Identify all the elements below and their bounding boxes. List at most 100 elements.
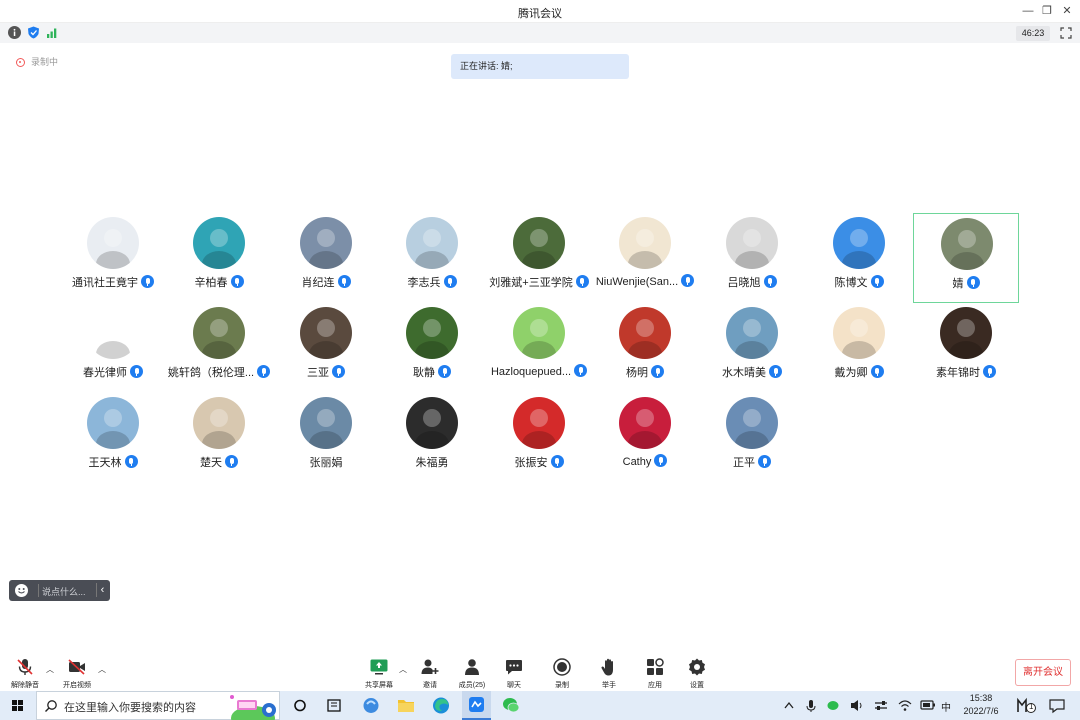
windows-taskbar: 在这里输入你要搜索的内容 中 15:38 2022/7/6 1 xyxy=(0,691,1080,720)
participant-tile[interactable]: 素年锦时 xyxy=(913,303,1019,393)
mic-on-icon xyxy=(870,365,884,378)
chat-input-bar[interactable]: 说点什么... ‹ xyxy=(9,580,110,601)
participant-tile[interactable]: 刘雅斌+三亚学院 xyxy=(486,213,592,303)
battery-icon[interactable] xyxy=(919,691,937,720)
close-button[interactable]: ✕ xyxy=(1058,3,1076,19)
signal-icon[interactable] xyxy=(46,26,59,39)
share-options-chevron-icon[interactable]: ︿ xyxy=(399,664,407,675)
participant-name: 肖纪连 xyxy=(301,277,335,289)
window-title: 腾讯会议 xyxy=(518,8,562,20)
info-icon[interactable] xyxy=(8,26,21,39)
participant-tile[interactable]: 王天林 xyxy=(60,393,166,483)
participant-tile[interactable]: 春光律师 xyxy=(60,303,166,393)
participant-tile[interactable]: 戴为卿 xyxy=(806,303,912,393)
participant-tile[interactable]: 张振安 xyxy=(486,393,592,483)
tray-overflow-chevron-icon[interactable] xyxy=(782,691,796,720)
record-button[interactable]: 录制 xyxy=(542,655,582,691)
chat-input-field[interactable]: 说点什么... xyxy=(42,585,86,598)
input-settings-icon[interactable] xyxy=(873,691,889,720)
participant-name: 杨明 xyxy=(626,367,648,379)
participant-tile[interactable]: 三亚 xyxy=(273,303,379,393)
participant-name: 张丽娟 xyxy=(309,457,343,469)
widgets-icon[interactable] xyxy=(323,691,345,720)
participant-name: 张振安 xyxy=(514,457,548,469)
emoji-icon[interactable] xyxy=(15,584,28,597)
browser-icon[interactable] xyxy=(360,691,382,720)
participant-tile[interactable]: 吕晓旭 xyxy=(699,213,805,303)
mic-on-icon xyxy=(654,454,668,467)
record-icon xyxy=(553,658,571,676)
participant-name: 素年锦时 xyxy=(936,367,980,379)
share-screen-label: 共享屏幕 xyxy=(365,682,393,689)
clock-time: 15:38 xyxy=(969,693,993,703)
start-video-button[interactable]: 开启视频 xyxy=(57,655,97,691)
participant-tile[interactable]: 姚轩鸽（税伦理... xyxy=(166,303,272,393)
participant-tile[interactable]: 楚天 xyxy=(166,393,272,483)
participant-tile[interactable]: 婧 xyxy=(913,213,1019,303)
volume-icon[interactable] xyxy=(849,691,865,720)
participant-avatar xyxy=(726,307,778,359)
participant-avatar xyxy=(193,307,245,359)
mic-on-icon xyxy=(124,455,138,468)
taskbar-clock[interactable]: 15:38 2022/7/6 xyxy=(958,692,1004,718)
participant-avatar xyxy=(619,397,671,449)
edge-icon[interactable] xyxy=(430,691,452,720)
participant-tile[interactable]: 陈博文 xyxy=(806,213,912,303)
tray-mic-icon[interactable] xyxy=(804,691,818,720)
tray-wechat-icon[interactable] xyxy=(825,691,841,720)
start-button[interactable] xyxy=(0,691,34,720)
ime-indicator[interactable]: 中 xyxy=(941,699,951,714)
participant-tile[interactable]: 通讯社王竟宇 xyxy=(60,213,166,303)
mic-on-icon xyxy=(337,275,351,288)
participant-avatar xyxy=(193,397,245,449)
participant-tile[interactable]: 朱福勇 xyxy=(379,393,485,483)
wechat-icon[interactable] xyxy=(500,691,522,720)
participant-tile[interactable]: 张丽娟 xyxy=(273,393,379,483)
taskbar-search-box[interactable]: 在这里输入你要搜索的内容 xyxy=(36,691,280,720)
file-explorer-icon[interactable] xyxy=(395,691,417,720)
participant-tile[interactable]: 水木晴美 xyxy=(699,303,805,393)
wifi-icon[interactable] xyxy=(897,691,913,720)
action-center-icon[interactable] xyxy=(1047,691,1067,720)
participant-tile[interactable]: 辛柏春 xyxy=(166,213,272,303)
audio-options-chevron-icon[interactable]: ︿ xyxy=(46,664,54,675)
mic-on-icon xyxy=(550,455,564,468)
mic-on-icon xyxy=(983,365,996,378)
participant-tile[interactable]: 李志兵 xyxy=(379,213,485,303)
minimize-button[interactable]: — xyxy=(1019,3,1037,19)
muted-mic-icon xyxy=(17,659,33,675)
tencent-meeting-taskbar-icon[interactable] xyxy=(462,691,491,720)
participant-tile[interactable]: 杨明 xyxy=(592,303,698,393)
participant-avatar xyxy=(87,307,139,359)
divider xyxy=(38,584,39,597)
shield-icon[interactable] xyxy=(27,26,40,39)
apps-button[interactable]: 应用 xyxy=(635,655,675,691)
restore-button[interactable]: ❐ xyxy=(1038,3,1056,19)
participant-tile[interactable]: Cathy xyxy=(592,393,698,483)
video-options-chevron-icon[interactable]: ︿ xyxy=(98,664,106,675)
chat-button[interactable]: 聊天 xyxy=(494,655,534,691)
collapse-chevron-icon[interactable]: ‹ xyxy=(96,583,108,597)
participant-tile[interactable]: 肖纪连 xyxy=(273,213,379,303)
recording-label: 录制中 xyxy=(31,57,59,67)
participant-avatar xyxy=(513,217,565,269)
raise-hand-button[interactable]: 举手 xyxy=(589,655,629,691)
fullscreen-icon[interactable] xyxy=(1060,26,1072,39)
leave-meeting-button[interactable]: 离开会议 xyxy=(1015,659,1071,686)
unmute-button[interactable]: 解除静音 xyxy=(5,655,45,691)
participant-tile[interactable]: Hazloquepued... xyxy=(486,303,592,393)
invite-button[interactable]: 邀请 xyxy=(410,655,450,691)
chat-label: 聊天 xyxy=(507,682,521,689)
task-view-icon[interactable] xyxy=(290,691,310,720)
meeting-tray-icon[interactable]: 1 xyxy=(1016,691,1038,720)
participant-tile[interactable]: 耿静 xyxy=(379,303,485,393)
participant-name: 戴为卿 xyxy=(834,367,868,379)
members-button[interactable]: 成员(25) xyxy=(452,655,492,691)
record-label: 录制 xyxy=(555,682,569,689)
participant-tile[interactable]: 正平 xyxy=(699,393,805,483)
settings-button[interactable]: 设置 xyxy=(677,655,717,691)
participant-avatar xyxy=(87,217,139,269)
participant-avatar xyxy=(406,397,458,449)
share-screen-button[interactable]: 共享屏幕 xyxy=(359,655,399,691)
participant-tile[interactable]: NiuWenjie(San... xyxy=(592,213,698,303)
